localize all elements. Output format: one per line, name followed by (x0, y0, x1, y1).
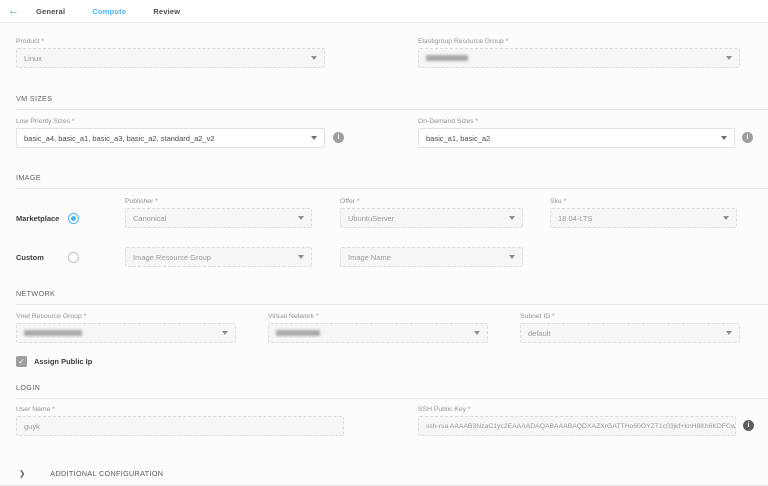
image-title: IMAGE (16, 173, 768, 182)
network-title: NETWORK (16, 289, 768, 298)
on-demand-sizes-label: On-Demand Sizes * (418, 117, 735, 126)
dropdown-caret-icon (298, 255, 304, 259)
network-section-header: NETWORK (16, 289, 768, 305)
custom-label: Custom (16, 253, 68, 262)
product-select: Linux (16, 48, 325, 68)
product-row: Product * Linux Elastigroup Resource Gro… (16, 37, 768, 68)
virtual-network-select (268, 323, 488, 343)
user-name-value: guyk (24, 422, 40, 431)
ssh-public-key-input: ssh-rsa AAAAB3NzaC1yc2EAAAADAQABAAABAQDX… (418, 416, 736, 436)
publisher-value: Canonical (133, 214, 166, 223)
dropdown-caret-icon (726, 331, 732, 335)
image-name-select: Image Name (340, 247, 523, 267)
on-demand-sizes-value: basic_a1, basic_a2 (426, 134, 490, 143)
ssh-public-key-value: ssh-rsa AAAAB3NzaC1yc2EAAAADAQABAAABAQDX… (426, 423, 736, 430)
custom-radio[interactable] (68, 252, 79, 263)
dropdown-caret-icon (509, 255, 515, 259)
product-label: Product * (16, 37, 325, 46)
info-icon[interactable]: i (333, 132, 344, 143)
product-value: Linux (24, 54, 42, 63)
ssh-public-key-label: SSH Public Key * (418, 405, 736, 414)
dropdown-caret-icon (509, 216, 515, 220)
tab-review[interactable]: Review (153, 7, 180, 16)
dropdown-caret-icon (721, 136, 727, 140)
subnet-id-select: default (520, 323, 740, 343)
vnet-resource-group-label: Vnet Resource Group * (16, 312, 236, 321)
virtual-network-label: Virtual Network * (268, 312, 488, 321)
info-icon[interactable]: i (742, 132, 753, 143)
network-row: Vnet Resource Group * Virtual Network * … (16, 312, 768, 343)
vm-sizes-section-header: VM SIZES (16, 94, 768, 110)
dropdown-caret-icon (474, 331, 480, 335)
compute-form: Product * Linux Elastigroup Resource Gro… (0, 37, 768, 486)
login-section-header: LOGIN (16, 383, 768, 399)
tab-general[interactable]: General (36, 7, 65, 16)
on-demand-sizes-select[interactable]: basic_a1, basic_a2 (418, 128, 735, 148)
publisher-select: Canonical (125, 208, 312, 228)
offer-value: UbuntuServer (348, 214, 394, 223)
assign-public-ip-label: Assign Public Ip (34, 357, 92, 366)
sku-value: 18.04-LTS (558, 214, 592, 223)
subnet-id-value: default (528, 329, 551, 338)
login-row: User Name * guyk SSH Public Key * ssh-rs… (16, 405, 768, 436)
low-priority-sizes-label: Low Priority Sizes * (16, 117, 325, 126)
image-resource-group-select: Image Resource Group (125, 247, 312, 267)
marketplace-row: Marketplace Publisher * Canonical Offer … (16, 197, 768, 228)
assign-public-ip-checkbox: ✓ (16, 356, 27, 367)
marketplace-radio[interactable] (68, 213, 79, 224)
publisher-label: Publisher * (125, 197, 312, 206)
offer-select: UbuntuServer (340, 208, 523, 228)
image-section-header: IMAGE (16, 173, 768, 189)
sku-select: 18.04-LTS (550, 208, 737, 228)
chevron-right-icon: ❯ (19, 469, 25, 478)
wizard-tabs: General Compute Review (36, 7, 207, 16)
dropdown-caret-icon (311, 136, 317, 140)
elastigroup-rg-label: Elastigroup Resource Group * (418, 37, 740, 46)
subnet-id-label: Subnet ID * (520, 312, 740, 321)
vm-sizes-title: VM SIZES (16, 94, 768, 103)
user-name-input: guyk (16, 416, 344, 436)
dropdown-caret-icon (311, 56, 317, 60)
image-name-placeholder: Image Name (348, 253, 391, 262)
dropdown-caret-icon (726, 56, 732, 60)
vm-sizes-row: Low Priority Sizes * basic_a4, basic_a1,… (16, 117, 768, 148)
elastigroup-rg-select (418, 48, 740, 68)
custom-image-row: Custom Image Resource Group Image Name (16, 247, 768, 267)
additional-configuration-label: ADDITIONAL CONFIGURATION (50, 469, 163, 478)
redacted-value (24, 330, 82, 336)
image-resource-group-placeholder: Image Resource Group (133, 253, 211, 262)
dropdown-caret-icon (222, 331, 228, 335)
low-priority-sizes-value: basic_a4, basic_a1, basic_a3, basic_a2, … (24, 134, 215, 143)
assign-public-ip-row: ✓ Assign Public Ip (16, 356, 768, 367)
vnet-resource-group-select (16, 323, 236, 343)
dropdown-caret-icon (723, 216, 729, 220)
marketplace-label: Marketplace (16, 214, 68, 223)
redacted-value (276, 330, 320, 336)
user-name-label: User Name * (16, 405, 344, 414)
info-icon[interactable]: i (743, 420, 754, 431)
wizard-top-bar: ← General Compute Review (0, 0, 768, 23)
login-title: LOGIN (16, 383, 768, 392)
sku-label: Sku * (550, 197, 737, 206)
tab-compute[interactable]: Compute (92, 7, 126, 16)
redacted-value (426, 55, 468, 61)
offer-label: Offer * (340, 197, 523, 206)
back-arrow-icon[interactable]: ← (8, 6, 19, 17)
dropdown-caret-icon (298, 216, 304, 220)
low-priority-sizes-select[interactable]: basic_a4, basic_a1, basic_a3, basic_a2, … (16, 128, 325, 148)
additional-configuration-toggle[interactable]: ❯ ADDITIONAL CONFIGURATION (0, 469, 768, 486)
